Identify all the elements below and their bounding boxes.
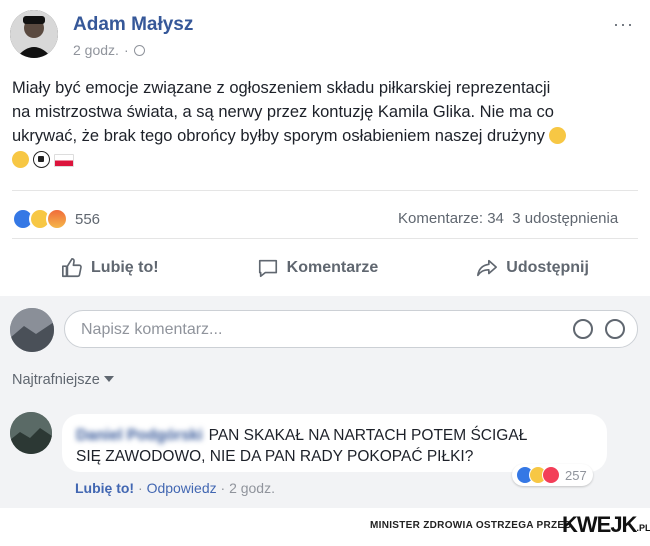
post-stats: Komentarze: 34 3 udostępnienia: [398, 210, 628, 227]
like-button[interactable]: Lubię to!: [61, 257, 159, 279]
poland-flag-emoji-icon: [54, 154, 74, 167]
comment-author[interactable]: Daniel Podgórski: [76, 427, 203, 444]
post-time[interactable]: 2 godz.: [73, 42, 119, 58]
divider: [12, 238, 638, 239]
comment-reactions[interactable]: 257: [512, 464, 593, 486]
divider: [12, 190, 638, 191]
angry-face-emoji-icon: [12, 151, 29, 168]
more-options-icon[interactable]: ···: [613, 14, 634, 35]
post-author[interactable]: Adam Małysz: [73, 14, 193, 36]
comments-count[interactable]: Komentarze: 34: [398, 210, 504, 227]
share-button[interactable]: Udostępnij: [476, 257, 589, 279]
comment-text-line1: PAN SKAKAŁ NA NARTACH POTEM ŚCIGAŁ: [208, 427, 528, 444]
worried-face-emoji-icon: [549, 127, 567, 144]
emoji-icon[interactable]: [573, 319, 593, 339]
comment-input[interactable]: [79, 311, 543, 349]
comment-reply-link[interactable]: Odpowiedz: [147, 480, 217, 496]
thumbs-up-icon: [62, 258, 82, 278]
comment-button[interactable]: Komentarze: [257, 257, 378, 279]
facebook-post: Adam Małysz 2 godz. · ··· Miały być emoc…: [0, 0, 650, 296]
comment-sort-dropdown[interactable]: Najtrafniejsze: [12, 372, 114, 388]
chevron-down-icon: [103, 376, 114, 382]
watermark-footer: MINISTER ZDROWIA OSTRZEGA PRZED KWEJK.PL: [0, 508, 650, 546]
comment-like-link[interactable]: Lubię to!: [75, 480, 134, 496]
post-text: Miały być emocje związane z ogłoszeniem …: [12, 76, 632, 172]
watermark-warning: MINISTER ZDROWIA OSTRZEGA PRZED: [370, 520, 572, 531]
author-avatar[interactable]: [10, 10, 58, 58]
post-actions: Lubię to! Komentarze Udostępnij: [12, 250, 638, 286]
comment-input-box: [64, 310, 638, 349]
post-reactions[interactable]: 556: [12, 208, 100, 230]
angry-reaction-icon: [46, 208, 68, 230]
comment-text-line2: SIĘ ZAWODOWO, NIE DA PAN RADY POKOPAĆ PI…: [76, 448, 474, 465]
soccer-ball-emoji-icon: [33, 151, 50, 168]
shares-count[interactable]: 3 udostępnienia: [512, 210, 618, 227]
comments-section: Najtrafniejsze Daniel Podgórski PAN SKAKA…: [0, 296, 650, 508]
comment-reaction-count: 257: [565, 467, 587, 483]
reactions-count[interactable]: 556: [75, 211, 100, 228]
comment-time[interactable]: 2 godz.: [229, 480, 275, 496]
post-meta: 2 godz. ·: [73, 42, 145, 58]
globe-icon: [133, 44, 145, 56]
brand-logo: KWEJK.PL: [562, 512, 650, 537]
love-reaction-icon: [542, 466, 560, 484]
commenter-avatar[interactable]: [10, 412, 52, 454]
speech-bubble-icon: [258, 259, 277, 278]
share-arrow-icon: [477, 259, 498, 277]
sticker-icon[interactable]: [605, 319, 625, 339]
current-user-avatar[interactable]: [10, 308, 54, 352]
comment-actions: Lubię to! · Odpowiedz · 2 godz.: [75, 480, 275, 496]
